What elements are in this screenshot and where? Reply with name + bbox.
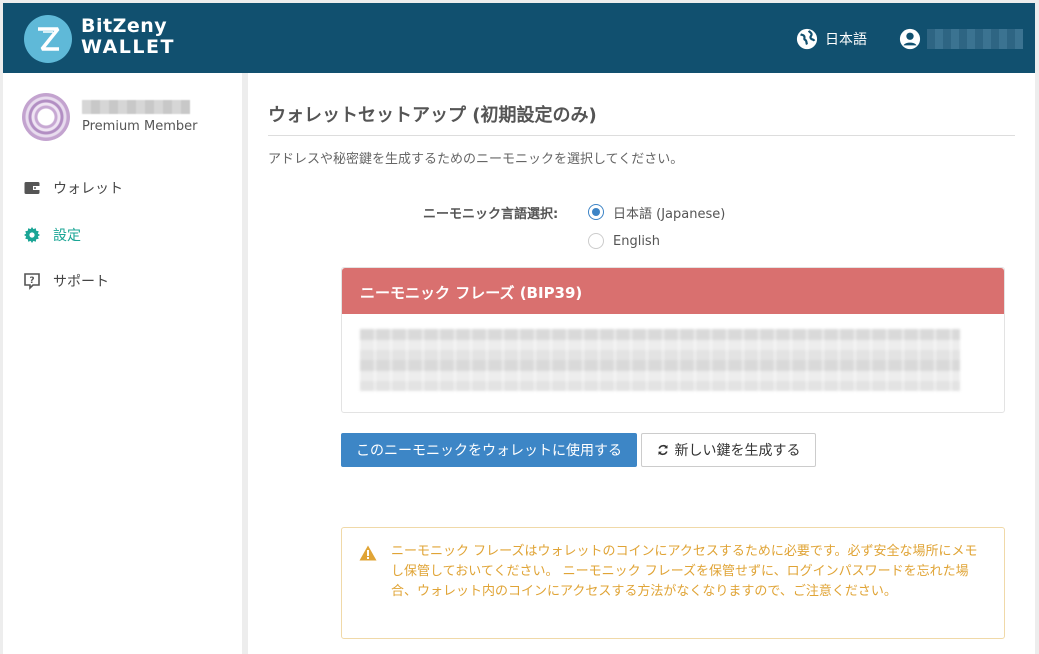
sidebar: Premium Member ウォレット 設定 ? サポート: [3, 73, 242, 654]
sidebar-item-label: 設定: [53, 228, 81, 244]
mnemonic-phrase-panel: ニーモニック フレーズ (BIP39): [341, 267, 1005, 413]
username-redacted: [927, 29, 1023, 49]
mnemonic-phrase-header: ニーモニック フレーズ (BIP39): [342, 268, 1004, 314]
warning-alert: ニーモニック フレーズはウォレットのコインにアクセスするために必要です。必ず安全…: [341, 527, 1005, 639]
globe-icon: [796, 28, 818, 50]
warning-icon: [359, 545, 377, 561]
radio-button-checked[interactable]: [588, 204, 604, 220]
page-subtitle: アドレスや秘密鍵を生成するためのニーモニックを選択してください。: [268, 152, 684, 167]
user-menu[interactable]: [899, 27, 1023, 51]
language-label: 日本語: [825, 32, 867, 48]
main-content: ウォレットセットアップ (初期設定のみ) アドレスや秘密鍵を生成するためのニーモ…: [248, 73, 1035, 654]
mnemonic-phrase-redacted: [360, 329, 960, 391]
generate-new-key-button[interactable]: 新しい鍵を生成する: [641, 433, 816, 467]
warning-text: ニーモニック フレーズはウォレットのコインにアクセスするために必要です。必ず安全…: [391, 544, 978, 599]
avatar: [22, 93, 70, 141]
member-name-redacted: [82, 100, 190, 114]
bitzeny-logo-icon: [24, 15, 72, 63]
generate-button-label: 新しい鍵を生成する: [674, 443, 801, 459]
refresh-icon: [657, 444, 669, 456]
use-mnemonic-button[interactable]: このニーモニックをウォレットに使用する: [341, 433, 637, 467]
radio-label: 日本語 (Japanese): [613, 206, 726, 222]
svg-text:?: ?: [29, 276, 34, 286]
sidebar-item-wallet[interactable]: ウォレット: [23, 176, 123, 200]
wallet-icon: [23, 179, 41, 197]
language-selector[interactable]: 日本語: [796, 27, 867, 51]
radio-japanese[interactable]: 日本語 (Japanese): [588, 202, 725, 222]
user-icon: [899, 28, 921, 50]
mnemonic-language-label: ニーモニック言語選択:: [423, 207, 559, 222]
member-level: Premium Member: [82, 119, 198, 134]
gear-icon: [23, 226, 41, 244]
radio-button[interactable]: [588, 233, 604, 249]
app-logo-text: BitZeny WALLET: [81, 16, 175, 58]
mnemonic-phrase-body: [342, 314, 1004, 412]
app-frame: BitZeny WALLET 日本語 Premium Member ウォレット …: [0, 0, 1039, 654]
title-divider: [268, 135, 1015, 136]
page-title: ウォレットセットアップ (初期設定のみ): [268, 105, 597, 126]
radio-label: English: [613, 233, 660, 249]
top-header: BitZeny WALLET 日本語: [3, 3, 1035, 73]
logo-line2: WALLET: [81, 36, 175, 58]
radio-english[interactable]: English: [588, 231, 660, 251]
help-icon: ?: [23, 272, 41, 290]
sidebar-item-support[interactable]: ? サポート: [23, 269, 109, 293]
sidebar-item-label: サポート: [53, 274, 109, 290]
logo-line1: BitZeny: [81, 15, 168, 37]
sidebar-item-label: ウォレット: [53, 181, 123, 197]
sidebar-item-settings[interactable]: 設定: [23, 223, 81, 247]
